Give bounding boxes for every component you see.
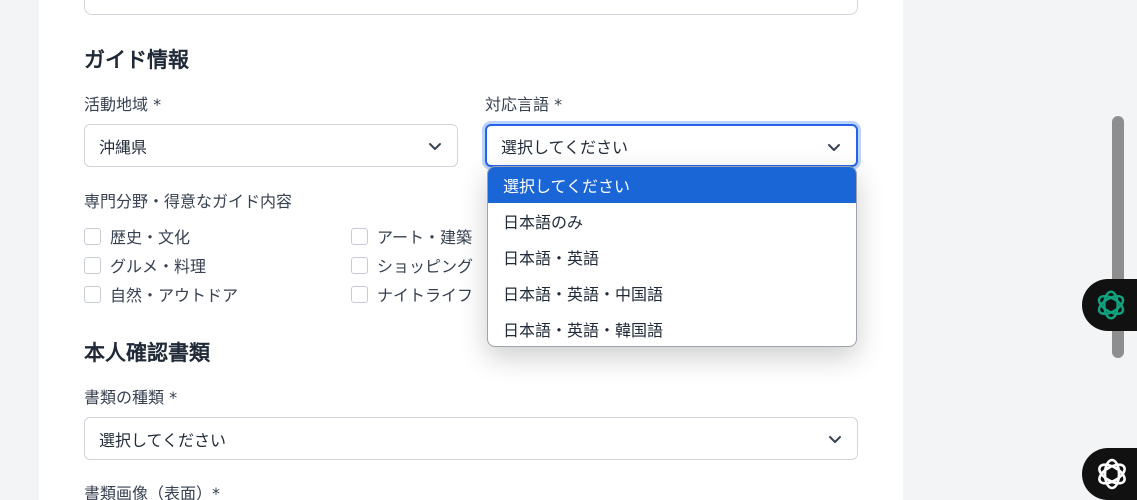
specialty-label: 専門分野・得意なガイド内容 (84, 192, 293, 211)
chevron-down-icon (828, 144, 840, 151)
language-label: 対応言語 * (485, 95, 563, 114)
checkbox[interactable] (351, 256, 368, 274)
dropdown-option[interactable]: 日本語のみ (488, 203, 856, 239)
checkbox-label: ショッピング (377, 257, 474, 276)
area-select-value: 沖縄県 (99, 137, 148, 157)
dropdown-option[interactable]: 選択してください (488, 167, 856, 203)
doc-type-select-value: 選択してください (99, 430, 227, 450)
specialty-checkbox-nightlife[interactable]: ナイトライフ (351, 282, 473, 306)
checkbox[interactable] (84, 256, 101, 274)
checkbox-label: 自然・アウトドア (110, 286, 239, 305)
dropdown-option[interactable]: 日本語・英語・韓国語 (488, 311, 856, 346)
checkbox-label: 歴史・文化 (110, 228, 191, 247)
doc-type-select[interactable]: 選択してください (84, 417, 858, 460)
specialty-checkbox-art[interactable]: アート・建築 (351, 224, 472, 248)
dropdown-option[interactable]: 日本語・英語・中国語 (488, 275, 856, 311)
checkbox[interactable] (351, 227, 368, 245)
specialty-checkbox-history[interactable]: 歴史・文化 (84, 224, 190, 248)
area-select[interactable]: 沖縄県 (84, 124, 458, 167)
guide-section-title: ガイド情報 (84, 48, 189, 72)
checkbox[interactable] (84, 285, 101, 303)
checkbox[interactable] (84, 227, 101, 245)
previous-field[interactable] (84, 0, 858, 15)
doc-image-front-label: 書類画像（表面）* (84, 484, 221, 500)
checkbox-label: ナイトライフ (377, 286, 474, 305)
checkbox-label: アート・建築 (377, 228, 473, 247)
area-label: 活動地域 * (84, 95, 162, 114)
language-select-value: 選択してください (501, 137, 629, 157)
specialty-checkbox-shopping[interactable]: ショッピング (351, 253, 473, 277)
checkbox-label: グルメ・料理 (110, 257, 207, 276)
openai-logo-icon (1098, 458, 1126, 490)
assistant-button[interactable] (1082, 279, 1137, 331)
language-dropdown-list: 選択してください 日本語のみ 日本語・英語 日本語・英語・中国語 日本語・英語・… (487, 166, 857, 347)
chevron-down-icon (829, 436, 841, 443)
language-select[interactable]: 選択してください (485, 124, 858, 167)
doc-type-label: 書類の種類 * (84, 388, 178, 407)
specialty-checkbox-nature[interactable]: 自然・アウトドア (84, 282, 238, 306)
specialty-checkbox-gourmet[interactable]: グルメ・料理 (84, 253, 206, 277)
id-section-title: 本人確認書類 (84, 341, 210, 365)
checkbox[interactable] (351, 285, 368, 303)
dropdown-option[interactable]: 日本語・英語 (488, 239, 856, 275)
assistant-button-secondary[interactable] (1082, 448, 1137, 500)
openai-logo-icon (1097, 290, 1125, 320)
chevron-down-icon (429, 143, 441, 150)
